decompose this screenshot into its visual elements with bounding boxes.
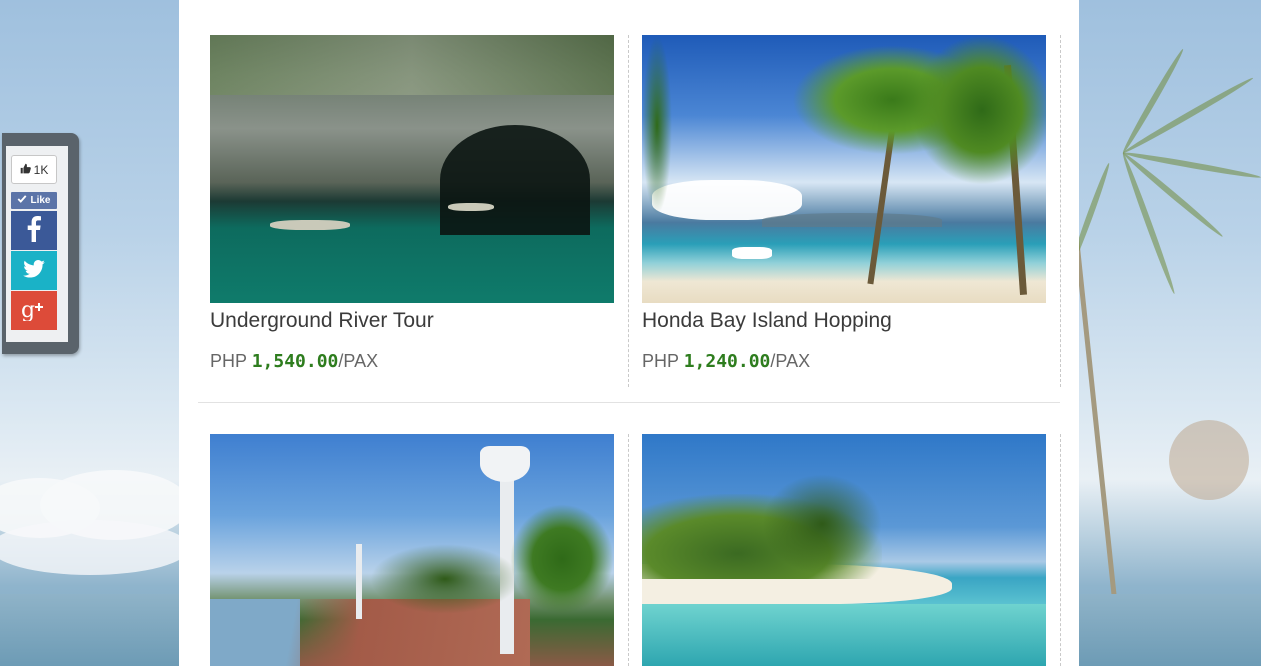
tour-price: PHP 1,240.00/PAX	[642, 351, 810, 372]
price-currency: PHP	[210, 351, 247, 371]
tour-title[interactable]: Underground River Tour	[210, 309, 434, 333]
google-plus-share-button[interactable]: g	[11, 291, 57, 330]
twitter-share-button[interactable]	[11, 251, 57, 290]
price-amount: 1,540.00	[251, 351, 339, 372]
column-divider	[628, 434, 629, 666]
like-count: 1K	[33, 162, 49, 177]
svg-text:g: g	[21, 298, 35, 321]
price-currency: PHP	[642, 351, 679, 371]
column-divider	[628, 35, 629, 387]
twitter-icon	[23, 259, 45, 282]
tour-card[interactable]: Honda Bay Island Hopping PHP 1,240.00/PA…	[642, 35, 1046, 375]
like-label: Like	[30, 195, 51, 206]
tour-photo-white-beach[interactable]	[642, 434, 1046, 666]
google-plus-icon: g	[21, 297, 47, 325]
social-share-widget: 1K Like g	[2, 133, 79, 354]
tour-card[interactable]	[210, 434, 614, 666]
tour-price: PHP 1,540.00/PAX	[210, 351, 378, 372]
check-icon	[17, 194, 27, 207]
background-scenery-right	[1079, 0, 1261, 666]
like-count-box: 1K	[11, 155, 57, 184]
thumbs-up-icon	[20, 163, 31, 177]
tour-photo-underground-river[interactable]	[210, 35, 614, 303]
price-unit: /PAX	[770, 351, 811, 371]
like-button[interactable]: Like	[11, 192, 57, 209]
tour-photo-baywalk[interactable]	[210, 434, 614, 666]
column-divider	[1060, 35, 1061, 387]
facebook-icon	[27, 215, 41, 246]
tour-card[interactable]	[642, 434, 1046, 666]
tour-card[interactable]: Underground River Tour PHP 1,540.00/PAX	[210, 35, 614, 375]
row-divider	[198, 402, 1060, 403]
price-unit: /PAX	[338, 351, 379, 371]
tour-photo-honda-bay[interactable]	[642, 35, 1046, 303]
tour-title[interactable]: Honda Bay Island Hopping	[642, 309, 892, 333]
facebook-share-button[interactable]	[11, 211, 57, 250]
column-divider	[1060, 434, 1061, 666]
price-amount: 1,240.00	[683, 351, 771, 372]
